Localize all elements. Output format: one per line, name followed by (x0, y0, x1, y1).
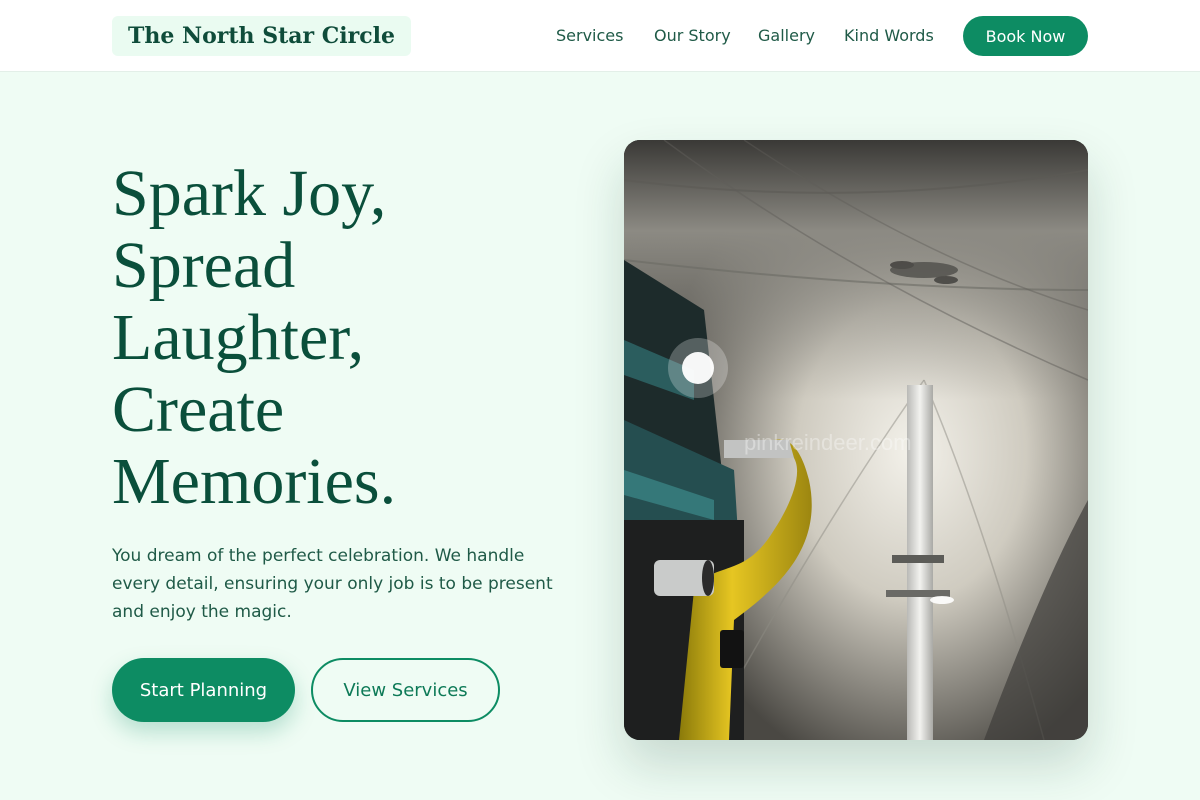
headline-line: Create (112, 373, 285, 446)
hero-headline: Spark Joy, Spread Laughter, Create Memor… (112, 158, 572, 518)
headline-line: Laughter, (112, 301, 365, 374)
photo-watermark: pinkreindeer.com (744, 430, 912, 455)
hero-description: You dream of the perfect celebration. We… (112, 546, 553, 622)
site-logo[interactable]: The North Star Circle (112, 16, 411, 56)
headline-line: Spread (112, 229, 296, 302)
hero-photo-illustration: pinkreindeer.com (624, 140, 1088, 740)
headline-line: Spark Joy, (112, 157, 387, 230)
nav-link-services[interactable]: Services (556, 26, 623, 45)
start-planning-button[interactable]: Start Planning (112, 658, 295, 722)
nav-link-gallery[interactable]: Gallery (758, 26, 815, 45)
hero-photo: pinkreindeer.com (624, 140, 1088, 740)
book-now-button[interactable]: Book Now (963, 16, 1088, 56)
nav-link-kind-words[interactable]: Kind Words (844, 26, 934, 45)
site-header: The North Star Circle Services Our Story… (0, 0, 1200, 72)
nav-link-our-story[interactable]: Our Story (654, 26, 731, 45)
view-services-button[interactable]: View Services (311, 658, 500, 722)
headline-line: Memories. (112, 445, 397, 518)
